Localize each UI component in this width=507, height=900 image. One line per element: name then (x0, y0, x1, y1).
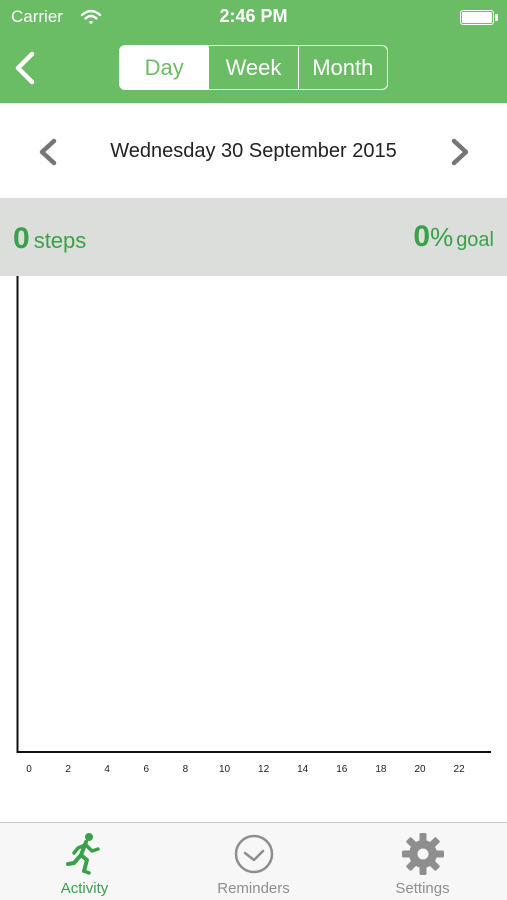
runner-icon (65, 833, 100, 875)
x-tick-label: 8 (183, 764, 189, 775)
battery-icon (460, 10, 494, 25)
goal-percent-sign: % (430, 222, 454, 252)
clock-icon (234, 834, 273, 874)
steps-chart: 0 2 4 6 8 10 12 14 16 18 20 22 (16, 276, 491, 775)
app-header: Carrier 2:46 PM Day Week Month (0, 0, 507, 103)
x-tick-label: 22 (454, 764, 466, 775)
tab-week[interactable]: Week (208, 46, 297, 89)
x-tick-label: 14 (297, 764, 309, 775)
tab-activity[interactable]: Activity (0, 823, 169, 900)
tab-settings-label: Settings (395, 880, 450, 897)
x-tick-label: 20 (414, 764, 426, 775)
goal-unit: goal (456, 229, 494, 251)
tab-day[interactable]: Day (120, 46, 209, 89)
tab-activity-label: Activity (60, 880, 109, 897)
steps-value: 0 (13, 222, 30, 255)
x-tick-label: 16 (336, 764, 348, 775)
status-bar: Carrier 2:46 PM (0, 0, 507, 34)
tab-reminders[interactable]: Reminders (169, 823, 338, 900)
back-chevron-icon[interactable] (10, 48, 42, 88)
x-tick-label: 0 (26, 764, 32, 775)
period-segmented-control: Day Week Month (119, 45, 388, 90)
goal-progress: 0% goal (413, 220, 494, 254)
x-tick-label: 4 (104, 764, 110, 775)
x-tick-label: 2 (65, 764, 71, 775)
steps-count: 0 steps (13, 222, 86, 256)
x-tick-label: 18 (375, 764, 387, 775)
tab-reminders-label: Reminders (217, 880, 290, 897)
tab-settings[interactable]: Settings (338, 823, 507, 900)
tab-bar: Activity Reminders Settings (0, 822, 507, 900)
date-navigation: Wednesday 30 September 2015 (0, 103, 507, 198)
gear-icon (401, 833, 444, 875)
daily-summary: 0 steps 0% goal (0, 198, 507, 276)
x-tick-label: 10 (219, 764, 231, 775)
next-day-chevron-icon[interactable] (446, 136, 474, 168)
current-date: Wednesday 30 September 2015 (110, 140, 397, 162)
x-tick-label: 12 (258, 764, 270, 775)
x-tick-label: 6 (144, 764, 150, 775)
battery-tip (495, 14, 498, 21)
status-time: 2:46 PM (219, 6, 288, 26)
tab-month[interactable]: Month (297, 46, 387, 89)
goal-value: 0 (413, 220, 431, 253)
steps-unit: steps (33, 228, 87, 253)
x-axis-ticks: 0 2 4 6 8 10 12 14 16 18 20 22 (26, 764, 465, 775)
